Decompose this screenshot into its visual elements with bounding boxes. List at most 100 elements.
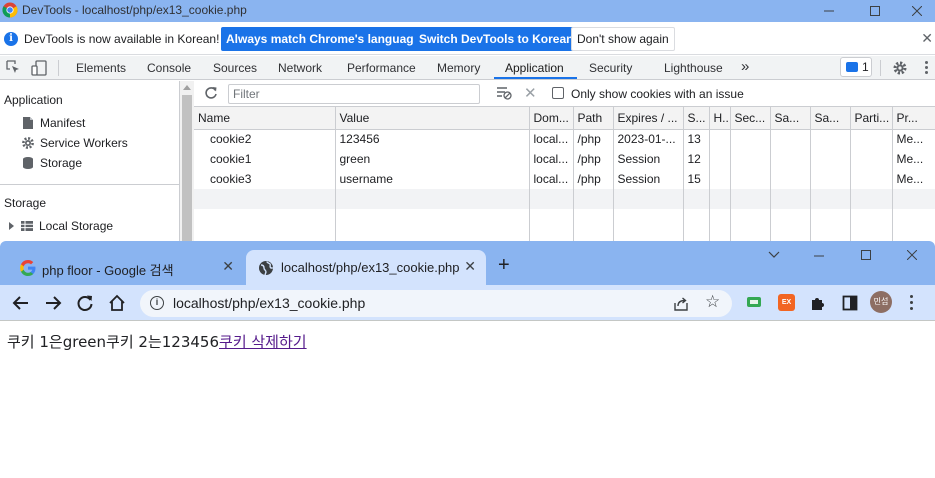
chrome-logo-icon [2,2,18,18]
tab-search-chevron-down-icon[interactable] [768,251,780,259]
device-toolbar-icon[interactable] [31,60,47,76]
column-header[interactable]: H.. [709,107,731,130]
minimize-button[interactable] [806,0,852,22]
only-issues-checkbox[interactable] [552,87,564,99]
sidebar-divider [0,184,179,185]
cookie-partition [850,129,893,149]
extensions-puzzle-icon[interactable] [810,295,826,311]
infobar-close-icon[interactable]: ✕ [921,30,933,47]
delete-selected-icon[interactable]: ✕ [524,84,537,102]
column-header[interactable]: Dom... [529,107,574,130]
cookie-expires: Session [613,169,684,189]
delete-cookie-link[interactable]: 쿠키 삭제하기 [219,333,307,351]
document-icon [23,117,33,129]
table-row[interactable]: cookie2 123456 local... /php 2023-01-...… [194,129,935,149]
column-header[interactable]: Path [573,107,614,130]
tab-application[interactable]: Application [505,61,564,75]
scroll-up-icon[interactable] [183,85,191,90]
sidebar-item-storage[interactable]: Storage [21,156,82,170]
grid-table-icon [21,221,33,231]
site-info-icon[interactable]: i [150,296,164,310]
extension-ex-icon[interactable]: EX [778,294,795,311]
forward-arrow-icon[interactable] [44,294,62,312]
browser-tab-google-search[interactable]: php floor - Google 검색 ✕ [8,250,244,285]
kebab-menu-icon[interactable] [925,61,929,74]
url-text[interactable]: localhost/php/ex13_cookie.php [173,295,365,311]
expand-triangle-icon[interactable] [9,222,14,230]
cookie-table: Name Value Dom... Path Expires / ... S..… [194,107,935,249]
column-header[interactable]: Pr... [892,107,935,130]
extension-screen-icon[interactable] [746,295,762,309]
more-tabs-chevron-icon[interactable]: » [741,58,749,75]
column-header[interactable]: Parti... [850,107,893,130]
browser-tab-cookie-page[interactable]: localhost/php/ex13_cookie.php ✕ [246,250,486,285]
tab-elements[interactable]: Elements [76,61,126,75]
cookie-samesite [770,149,811,169]
cookie-values-text: 쿠키 1은green쿠키 2는123456 [7,333,220,351]
tab-close-icon[interactable]: ✕ [222,258,234,275]
home-icon[interactable] [108,294,126,312]
chrome-menu-icon[interactable] [910,295,914,313]
table-row[interactable]: cookie1 green local... /php Session 12 M… [194,149,935,169]
refresh-icon[interactable] [204,86,218,100]
cookie-name: cookie3 [194,169,336,189]
tab-performance[interactable]: Performance [347,61,416,75]
cookie-httponly [709,129,731,149]
cookie-priority: Me... [892,129,935,149]
new-tab-plus-icon[interactable]: + [498,255,510,275]
inspect-element-icon[interactable] [6,60,20,74]
sidebar-item-local-storage[interactable]: Local Storage [9,219,113,233]
maximize-icon[interactable] [861,250,871,260]
column-header[interactable]: Expires / ... [613,107,684,130]
side-panel-icon[interactable] [842,295,858,311]
back-arrow-icon[interactable] [12,294,30,312]
column-header[interactable]: Name [194,107,336,130]
share-icon[interactable] [673,296,689,312]
cookie-partition [850,169,893,189]
cookie-size: 13 [683,129,710,149]
cookie-path: /php [573,129,614,149]
profile-avatar[interactable]: 민섭 [870,291,892,313]
cookie-name: cookie1 [194,149,336,169]
tab-network[interactable]: Network [278,61,322,75]
close-icon[interactable] [907,250,917,260]
column-header[interactable]: Value [335,107,530,130]
sidebar-item-manifest[interactable]: Manifest [21,116,85,130]
column-header[interactable]: Sa... [810,107,851,130]
tab-security[interactable]: Security [589,61,632,75]
column-header[interactable]: Sa... [770,107,811,130]
tab-sources[interactable]: Sources [213,61,257,75]
sidebar-section-application: Application [4,93,63,107]
table-header-row: Name Value Dom... Path Expires / ... S..… [194,107,935,130]
cookie-httponly [709,149,731,169]
close-window-button[interactable] [898,0,935,22]
maximize-button[interactable] [852,0,898,22]
table-row[interactable]: cookie3 username local... /php Session 1… [194,169,935,189]
infobar-message: DevTools is now available in Korean! [24,32,220,46]
address-bar[interactable]: i localhost/php/ex13_cookie.php ☆ [140,290,732,317]
tab-console[interactable]: Console [147,61,191,75]
tab-separator [58,60,59,76]
always-match-language-button[interactable]: Always match Chrome's language [221,27,426,51]
sidebar-section-storage: Storage [4,196,47,210]
tab-memory[interactable]: Memory [437,61,480,75]
tab-close-icon[interactable]: ✕ [464,258,476,275]
bookmark-star-icon[interactable]: ☆ [705,293,720,311]
switch-to-korean-button[interactable]: Switch DevTools to Korean [414,27,579,51]
cookie-secure [730,149,771,169]
reload-icon[interactable] [76,294,94,312]
clear-filtered-cookies-icon[interactable] [496,86,512,100]
tab-lighthouse[interactable]: Lighthouse [664,61,723,75]
dont-show-again-button[interactable]: Don't show again [571,27,675,51]
issues-message-badge[interactable]: 1 [840,57,872,77]
minimize-icon[interactable] [814,255,824,257]
column-header[interactable]: S... [683,107,710,130]
database-icon [23,157,33,169]
sidebar-scrollbar[interactable] [180,81,194,250]
sidebar-item-service-workers[interactable]: Service Workers [21,136,128,150]
column-header[interactable]: Sec... [730,107,771,130]
settings-gear-icon[interactable] [892,60,908,76]
filter-input[interactable] [228,84,480,104]
cookie-sameparty [810,149,851,169]
scrollbar-thumb[interactable] [182,95,192,250]
